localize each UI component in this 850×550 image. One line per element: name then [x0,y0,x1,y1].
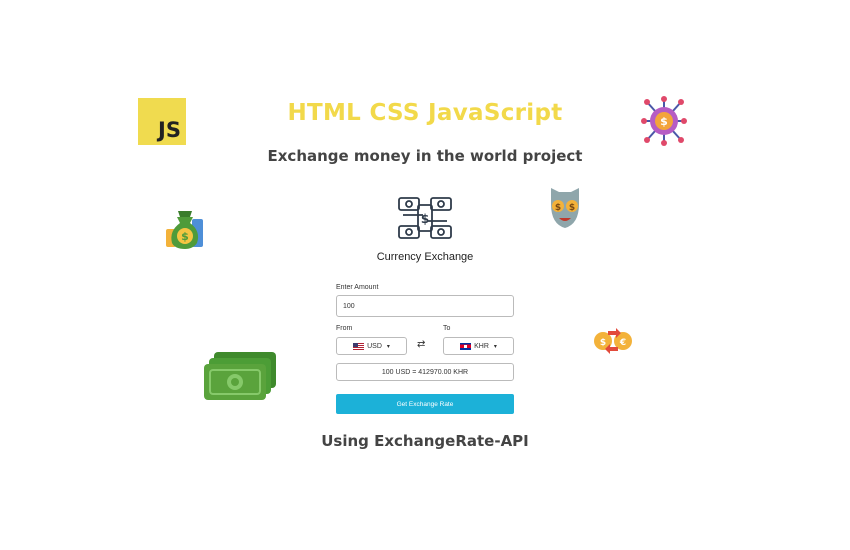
cash-stack-icon [204,352,276,400]
chevron-down-icon: ▾ [493,343,497,350]
coin-exchange-icon: $ € [594,328,632,354]
svg-text:$: $ [569,203,575,213]
swap-icon[interactable]: ⇄ [417,339,425,350]
from-currency-value: USD [367,342,382,350]
amount-label: Enter Amount [336,284,379,291]
svg-text:€: € [619,338,626,348]
amount-input[interactable] [336,295,514,317]
us-flag-icon [353,342,365,350]
money-network-icon: $ [641,96,687,146]
from-currency-select[interactable]: USD ▾ [336,337,407,355]
svg-text:$: $ [421,212,429,226]
page-title: HTML CSS JavaScript [287,100,563,126]
svg-text:$: $ [660,115,668,128]
svg-text:$: $ [555,203,561,213]
svg-text:$: $ [181,230,189,243]
money-bag-icon: $ [166,211,203,249]
js-logo: JS [138,98,186,145]
app-title: Currency Exchange [376,251,474,263]
from-label: From [336,325,353,332]
chevron-down-icon: ▾ [386,343,390,350]
get-exchange-rate-button[interactable]: Get Exchange Rate [336,394,514,414]
page-subtitle: Exchange money in the world project [267,147,583,165]
exchange-result: 100 USD = 412970.00 KHR [336,363,514,381]
currency-exchange-logo: $ [398,197,452,239]
to-currency-select[interactable]: KHR ▾ [443,337,514,355]
svg-text:$: $ [600,338,606,348]
footer-text: Using ExchangeRate-API [321,432,529,450]
to-currency-value: KHR [474,342,489,350]
to-label: To [443,325,451,332]
js-logo-text: JS [158,118,181,142]
money-face-icon: $ $ [551,188,579,228]
cambodia-flag-icon [460,342,472,350]
